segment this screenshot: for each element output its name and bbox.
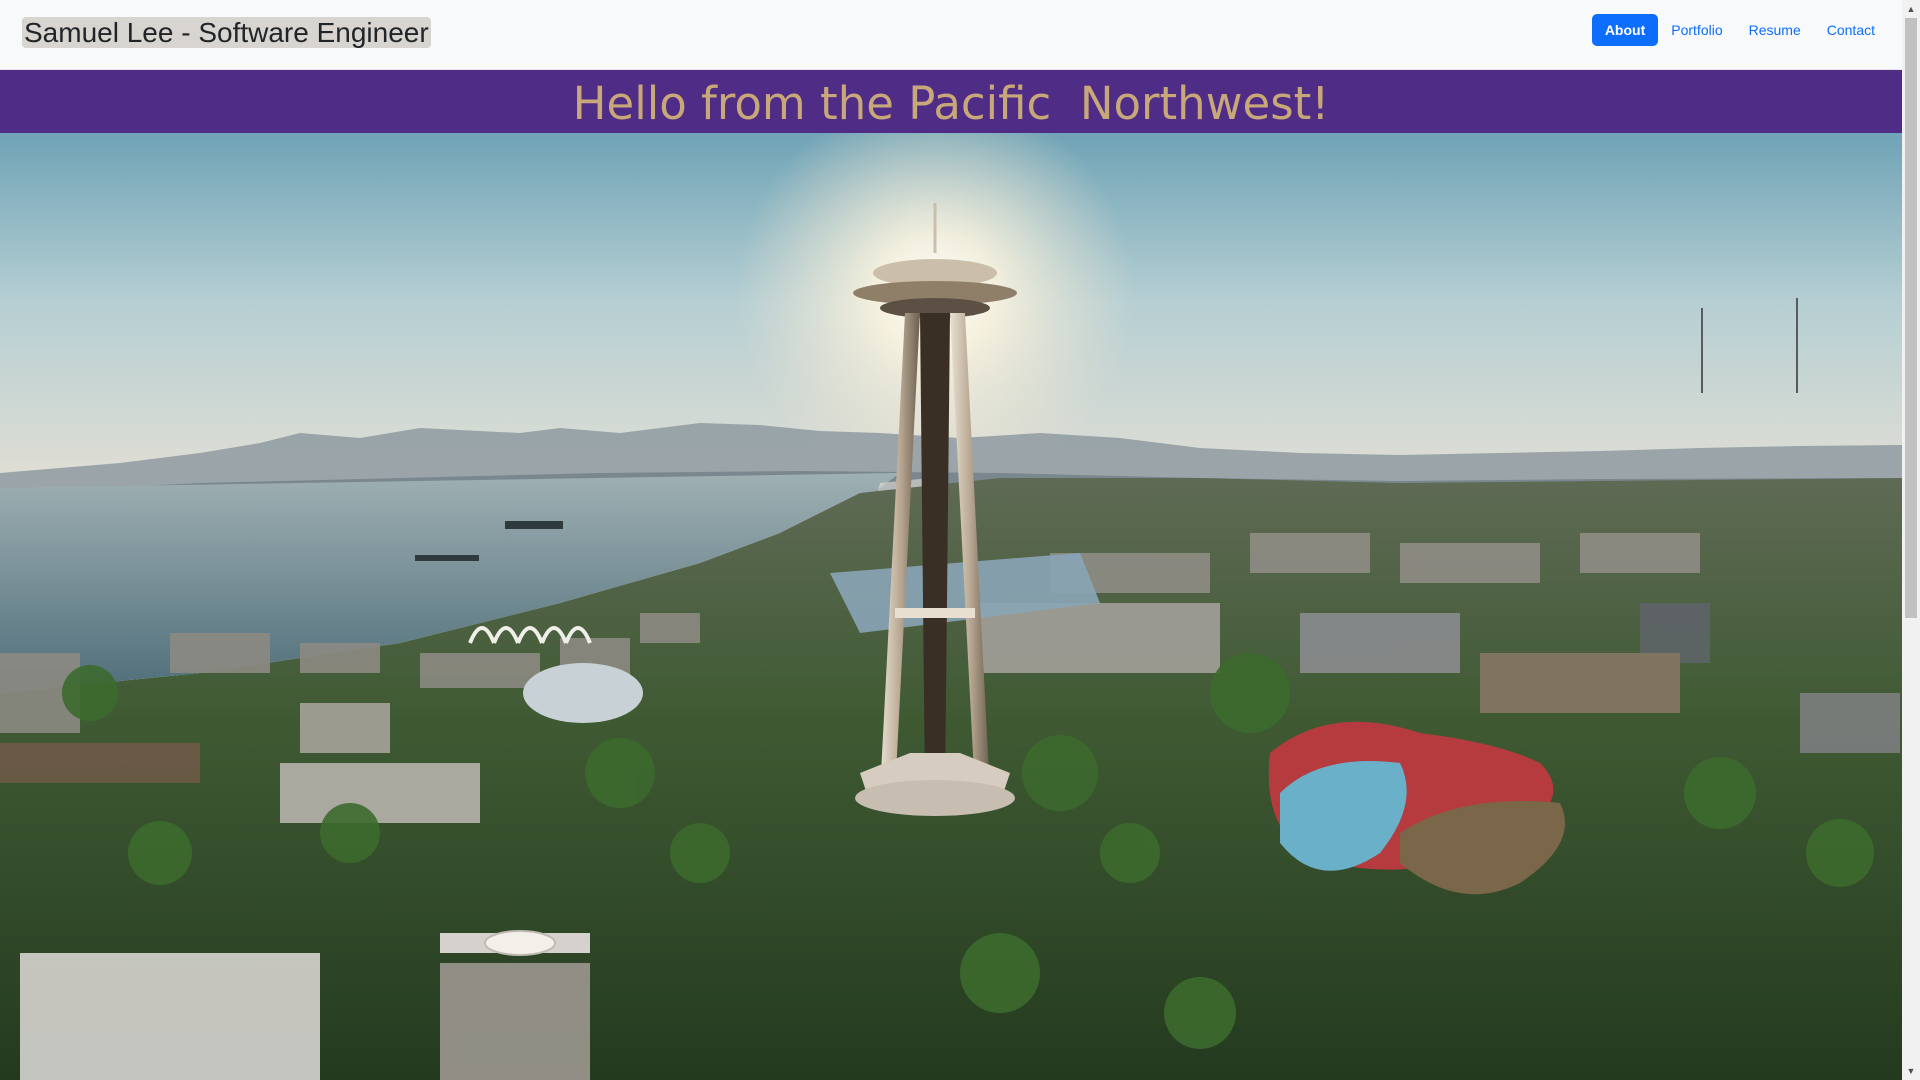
hero-title: Hello from the Pacific Northwest!	[572, 77, 1330, 130]
nav-links: About Portfolio Resume Contact	[1591, 14, 1888, 46]
nav-resume[interactable]: Resume	[1736, 14, 1814, 46]
scrollbar-thumb[interactable]	[1905, 18, 1917, 618]
triangle-down-icon[interactable]: ▼	[1902, 1062, 1920, 1080]
scrollbar[interactable]: ▲ ▼	[1902, 0, 1920, 1080]
hero-banner: Hello from the Pacific Northwest!	[0, 70, 1902, 133]
nav-portfolio[interactable]: Portfolio	[1658, 14, 1735, 46]
hero-image	[0, 133, 1902, 1080]
navbar: Samuel Lee - Software Engineer About Por…	[0, 0, 1902, 70]
nav-about[interactable]: About	[1591, 14, 1659, 46]
triangle-up-icon[interactable]: ▲	[1902, 0, 1920, 18]
brand-name[interactable]: Samuel Lee - Software Engineer	[22, 17, 431, 48]
seattle-skyline-illustration	[0, 133, 1902, 1080]
nav-contact[interactable]: Contact	[1814, 14, 1888, 46]
